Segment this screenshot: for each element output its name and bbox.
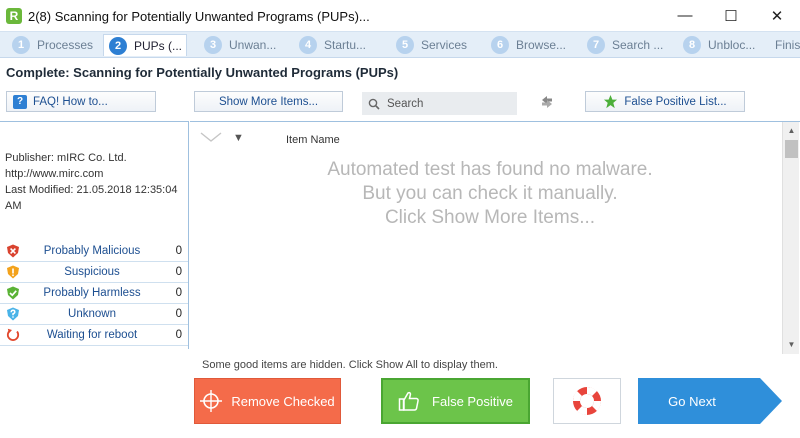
- close-button[interactable]: ✕: [754, 0, 800, 31]
- status-probably-malicious[interactable]: Probably Malicious 0: [0, 241, 188, 262]
- tab-startup[interactable]: 4 Startu...: [299, 34, 366, 56]
- tab-processes[interactable]: 1 Processes: [12, 34, 93, 56]
- maximize-button[interactable]: ☐: [708, 0, 754, 31]
- tab-pups[interactable]: 2 PUPs (...: [103, 34, 187, 56]
- window-title: 2(8) Scanning for Potentially Unwanted P…: [28, 9, 370, 24]
- tab-label: Services: [421, 38, 468, 52]
- tab-services[interactable]: 5 Services: [396, 34, 467, 56]
- status-label: Unknown: [68, 308, 116, 320]
- step-number: 1: [12, 36, 30, 54]
- status-count: 0: [175, 266, 182, 278]
- tab-label: Unbloc...: [708, 38, 756, 52]
- shield-x-icon: [7, 244, 19, 258]
- vertical-scrollbar[interactable]: ▲ ▼: [782, 122, 799, 354]
- status-count: 0: [175, 245, 182, 257]
- tab-unwanted[interactable]: 3 Unwan...: [204, 34, 276, 56]
- scroll-down-icon[interactable]: ▼: [783, 336, 800, 353]
- tab-label: Startu...: [324, 38, 367, 52]
- empty-message: Automated test has found no malware. But…: [210, 158, 770, 230]
- scroll-up-icon[interactable]: ▲: [783, 122, 800, 139]
- tab-label: Finis: [775, 38, 800, 52]
- app-icon: R: [6, 8, 22, 24]
- items-list: ▼ Item Name Automated test has found no …: [190, 121, 800, 354]
- remove-checked-label: Remove Checked: [231, 393, 335, 409]
- step-number: 4: [299, 36, 317, 54]
- tab-browsers[interactable]: 6 Browse...: [491, 34, 566, 56]
- reboot-icon: [6, 328, 20, 341]
- status-suspicious[interactable]: Suspicious 0: [0, 262, 188, 283]
- tab-label: Processes: [37, 38, 94, 52]
- false-positive-list-button[interactable]: False Positive List...: [585, 91, 745, 112]
- lifebuoy-icon: [572, 386, 602, 416]
- tab-finish[interactable]: Finis: [775, 34, 800, 56]
- step-number: 5: [396, 36, 414, 54]
- publisher-line: Publisher: mIRC Co. Ltd.: [5, 152, 127, 164]
- step-number: 2: [109, 36, 127, 55]
- tab-label: Search ...: [612, 38, 664, 52]
- go-next-label: Go Next: [668, 393, 716, 409]
- next-arrow-icon[interactable]: [760, 378, 782, 424]
- empty-line-3: Click Show More Items...: [384, 207, 596, 228]
- column-item-name[interactable]: Item Name: [286, 134, 340, 146]
- tab-unblock[interactable]: 8 Unbloc...: [683, 34, 755, 56]
- star-icon: [604, 94, 618, 109]
- step-number: 8: [683, 36, 701, 54]
- publisher-info: Publisher: mIRC Co. Ltd. http://www.mirc…: [5, 150, 187, 214]
- title-bar: R 2(8) Scanning for Potentially Unwanted…: [0, 0, 800, 31]
- status-label: Probably Harmless: [43, 287, 141, 299]
- hidden-items-note: Some good items are hidden. Click Show A…: [202, 359, 498, 371]
- sort-arrow-icon[interactable]: ▼: [233, 132, 244, 144]
- page-title: Complete: Scanning for Potentially Unwan…: [6, 65, 399, 80]
- status-label: Suspicious: [64, 266, 120, 278]
- modified-line: Last Modified: 21.05.2018 12:35:04 AM: [5, 184, 178, 212]
- search-placeholder: Search: [387, 97, 424, 110]
- search-input[interactable]: Search: [362, 92, 517, 115]
- url-line: http://www.mirc.com: [5, 168, 104, 180]
- step-number: 7: [587, 36, 605, 54]
- crosshair-icon: [200, 390, 223, 412]
- empty-line-1: Automated test has found no malware.: [327, 159, 653, 180]
- status-waiting-for-reboot[interactable]: Waiting for reboot 0: [0, 325, 188, 346]
- shield-check-icon: [7, 286, 19, 300]
- search-icon: [368, 98, 380, 110]
- tab-label: Browse...: [516, 38, 567, 52]
- false-positive-label: False Positive: [432, 393, 513, 409]
- select-all-chevron-icon[interactable]: [200, 131, 222, 143]
- refresh-icon[interactable]: [538, 93, 556, 111]
- status-label: Waiting for reboot: [46, 329, 138, 341]
- show-more-label: Show More Items...: [218, 95, 319, 108]
- shield-exclamation-icon: [7, 265, 19, 279]
- step-number: 3: [204, 36, 222, 54]
- show-more-items-button[interactable]: Show More Items...: [194, 91, 343, 112]
- false-positive-button[interactable]: False Positive: [381, 378, 530, 424]
- list-header: ▼ Item Name: [190, 122, 782, 154]
- tab-label: PUPs (...: [134, 38, 183, 53]
- faq-button[interactable]: ? FAQ! How to...: [6, 91, 156, 112]
- minimize-button[interactable]: —: [662, 0, 708, 31]
- help-button[interactable]: [553, 378, 621, 424]
- shield-question-icon: [7, 307, 19, 321]
- remove-checked-button[interactable]: Remove Checked: [194, 378, 341, 424]
- help-icon: ?: [13, 94, 27, 109]
- tab-search[interactable]: 7 Search ...: [587, 34, 663, 56]
- step-number: 6: [491, 36, 509, 54]
- go-next-button[interactable]: Go Next: [638, 378, 760, 424]
- false-positive-list-label: False Positive List...: [624, 95, 727, 108]
- status-count: 0: [175, 308, 182, 320]
- thumbs-up-icon: [398, 391, 419, 411]
- status-count: 0: [175, 287, 182, 299]
- faq-label: FAQ! How to...: [33, 95, 108, 108]
- empty-line-2: But you can check it manually.: [362, 183, 618, 204]
- status-label: Probably Malicious: [43, 245, 141, 257]
- status-probably-harmless[interactable]: Probably Harmless 0: [0, 283, 188, 304]
- scroll-thumb[interactable]: [785, 140, 798, 158]
- status-count: 0: [175, 329, 182, 341]
- step-tabs: 1 Processes 2 PUPs (... 3 Unwan... 4 Sta…: [0, 31, 800, 58]
- status-unknown[interactable]: Unknown 0: [0, 304, 188, 325]
- details-panel: Publisher: mIRC Co. Ltd. http://www.mirc…: [0, 121, 189, 349]
- tab-label: Unwan...: [229, 38, 277, 52]
